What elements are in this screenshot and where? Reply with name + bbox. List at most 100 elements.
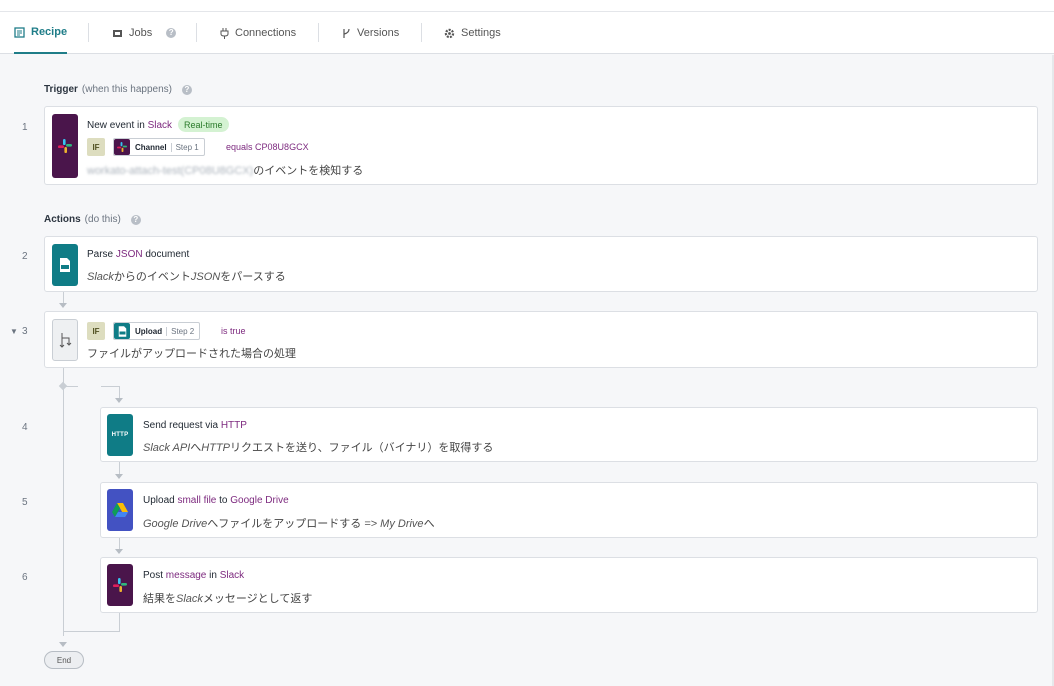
desc-text: へ [423,518,435,530]
datapill-step: Step 2 [166,326,199,336]
connector-line [119,462,120,474]
tab-divider [196,23,197,42]
channel-datapill[interactable]: Channel Step 1 [113,138,205,156]
slack-icon [114,139,130,155]
jobs-help-icon[interactable]: ? [166,28,177,38]
tab-settings[interactable]: Settings [444,12,501,54]
yes-branch-line [101,386,120,387]
tab-divider [318,23,319,42]
step-number: 6 [22,572,28,583]
step-1-card[interactable]: New event in Slack Real-time IF Channel … [44,106,1038,185]
desc-italic: Slack [176,593,203,605]
step-3-description: ファイルがアップロードされた場合の処理 [87,348,296,360]
end-node: End [44,651,84,669]
desc-text: リクエストを送り、ファイル（バイナリ）を取得する [230,442,494,454]
step-1-desc-rest: のイベントを検知する [253,165,364,177]
step-6-title-app: Slack [219,570,245,581]
trigger-section-label: Trigger (when this happens) ? [44,84,192,95]
step-4-description: Slack APIへHTTPリクエストを送り、ファイル（バイナリ）を取得する [143,439,493,455]
step-number: 5 [22,497,28,508]
recipe-icon [14,26,25,38]
step-2-card[interactable]: Parse JSON document SlackからのイベントJSONをパース… [44,236,1038,292]
desc-text: へファイルをアップロードする [207,518,362,530]
step-3-card[interactable]: IF Upload Step 2 is true ファイルがアップロードされた場… [44,311,1038,368]
step-5-card[interactable]: Upload small file to Google Drive Google… [100,482,1038,538]
desc-italic: Slack [87,271,114,283]
tab-settings-label: Settings [461,27,501,39]
step-2-title-hl: JSON [115,249,143,260]
step-6-title-prefix: Post [143,570,166,581]
step-5-title-app: Google Drive [230,495,289,506]
merge-line [63,631,120,632]
tab-connections[interactable]: Connections [220,12,296,54]
tab-versions-label: Versions [357,27,400,39]
datapill-name: Upload [135,326,163,336]
actions-help-icon[interactable]: ? [130,214,141,225]
tab-divider [421,23,422,42]
actions-subtitle: (do this) [84,214,121,225]
if-chip: IF [87,322,105,340]
desc-text: をパースする [220,271,286,283]
upload-datapill[interactable]: Upload Step 2 [113,322,201,340]
tab-jobs[interactable]: Jobs ? [112,12,177,54]
step-6-card[interactable]: Post message in Slack 結果をSlackメッセージとして返す [100,557,1038,613]
yes-branch-line [66,386,78,387]
step-1-title-prefix: New event in [87,120,148,131]
json-file-icon [52,244,78,286]
step-2-description: SlackからのイベントJSONをパースする [87,268,286,284]
step-4-title: Send request via HTTP [143,420,247,431]
step-2-title: Parse JSON document [87,249,189,260]
blurred-channel-text: workato-attach-test(CP08U8GCX) [87,165,254,177]
step-6-title: Post message in Slack [143,570,244,581]
desc-text: へ [190,442,202,454]
http-icon: HTTP [107,414,133,456]
step-number: 1 [22,122,28,133]
step-1-title-app: Slack [147,120,173,131]
step-number: 4 [22,422,28,433]
tab-connections-label: Connections [235,27,297,39]
trigger-help-icon[interactable]: ? [181,84,192,95]
datapill-name: Channel [135,142,167,152]
tab-divider [88,23,89,42]
top-strip [0,0,1054,12]
actions-title: Actions [44,214,81,225]
google-drive-icon [107,489,133,531]
step-2-title-suffix: document [142,249,190,260]
condition-operator: equals [226,142,253,152]
no-branch-line [63,368,64,636]
desc-text: メッセージとして返す [202,593,313,605]
yes-branch-line [119,386,120,398]
step-number: 3 [22,326,28,337]
connector-arrow [59,303,67,308]
tab-jobs-label: Jobs [129,27,153,39]
step-5-title: Upload small file to Google Drive [143,495,289,506]
realtime-badge: Real-time [178,117,229,132]
step-5-description: Google Driveへファイルをアップロードする => My Driveへ [143,515,435,531]
step-4-title-hl: HTTP [220,420,247,431]
actions-section-label: Actions (do this) ? [44,214,141,225]
condition-operator: is true [221,326,246,336]
condition-branch-icon [52,319,78,361]
connector-arrow [59,642,67,647]
step-2-title-prefix: Parse [87,249,116,260]
desc-italic: JSON [190,271,221,283]
slack-icon [52,114,78,178]
step-4-title-prefix: Send request via [143,420,221,431]
desc-text: からのイベント [113,271,191,283]
branch-icon [342,28,351,39]
json-file-icon [114,323,130,339]
plug-icon [220,27,229,39]
tab-recipe-label: Recipe [31,26,68,38]
step-5-title-mid: to [216,495,231,506]
merge-line [119,613,120,631]
collapse-caret-icon[interactable]: ▼ [10,327,18,336]
connector-arrow [115,474,123,479]
desc-italic: => My Drive [361,518,424,530]
step-5-title-hl: small file [177,495,217,506]
slack-icon [107,564,133,606]
tab-versions[interactable]: Versions [342,12,399,54]
desc-text: 結果を [143,593,176,605]
step-4-card[interactable]: HTTP Send request via HTTP Slack APIへHTT… [100,407,1038,462]
tab-recipe[interactable]: Recipe [14,12,68,54]
step-number: 2 [22,251,28,262]
